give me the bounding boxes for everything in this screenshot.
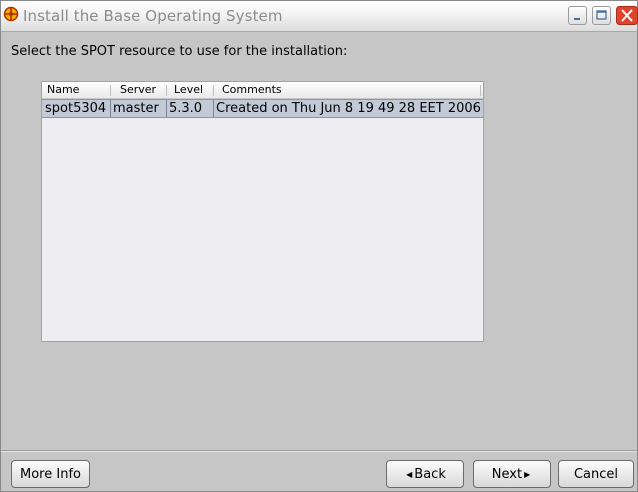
window-title: Install the Base Operating System bbox=[23, 7, 283, 25]
column-divider[interactable] bbox=[166, 85, 167, 96]
spot-resource-table[interactable]: Name Server Level Comments spot5304 mast… bbox=[41, 81, 484, 342]
table-row[interactable]: spot5304 master 5.3.0 Created on Thu Jun… bbox=[42, 99, 483, 118]
close-button[interactable] bbox=[616, 6, 638, 25]
column-divider[interactable] bbox=[110, 85, 111, 96]
title-bar[interactable]: Install the Base Operating System bbox=[1, 1, 638, 32]
minimize-icon bbox=[574, 18, 580, 20]
table-header: Name Server Level Comments bbox=[42, 82, 483, 99]
close-icon bbox=[616, 6, 638, 25]
back-label: Back bbox=[414, 466, 446, 482]
cell-comments: Created on Thu Jun 8 19 49 28 EET 2006 bbox=[216, 101, 481, 116]
cancel-button[interactable]: Cancel bbox=[558, 460, 634, 488]
column-header-comments[interactable]: Comments bbox=[222, 83, 282, 96]
next-label: Next bbox=[491, 466, 523, 482]
maximize-button[interactable] bbox=[592, 6, 611, 25]
install-dialog: Install the Base Operating System Select… bbox=[0, 0, 638, 492]
left-arrow-icon: ◀ bbox=[406, 469, 413, 479]
column-header-server[interactable]: Server bbox=[120, 83, 156, 96]
instruction-text: Select the SPOT resource to use for the … bbox=[11, 44, 348, 59]
column-divider[interactable] bbox=[480, 85, 481, 96]
cell-level: 5.3.0 bbox=[169, 101, 203, 116]
more-info-label: More Info bbox=[20, 466, 81, 482]
column-header-name[interactable]: Name bbox=[47, 83, 79, 96]
maximize-icon bbox=[596, 10, 607, 20]
cell-name: spot5304 bbox=[45, 101, 107, 116]
cell-divider bbox=[213, 100, 214, 117]
column-header-level[interactable]: Level bbox=[174, 83, 203, 96]
cell-divider bbox=[166, 100, 167, 117]
cancel-label: Cancel bbox=[573, 466, 619, 482]
next-button[interactable]: Next ▶ bbox=[473, 460, 551, 488]
back-button[interactable]: ◀ Back bbox=[386, 460, 464, 488]
footer-divider-highlight bbox=[1, 451, 637, 452]
minimize-button[interactable] bbox=[568, 6, 587, 25]
right-arrow-icon: ▶ bbox=[524, 469, 531, 479]
column-divider[interactable] bbox=[213, 85, 214, 96]
more-info-button[interactable]: More Info bbox=[11, 460, 90, 488]
aix-wheel-icon bbox=[3, 6, 19, 22]
cell-divider bbox=[110, 100, 111, 117]
cell-server: master bbox=[113, 101, 159, 116]
